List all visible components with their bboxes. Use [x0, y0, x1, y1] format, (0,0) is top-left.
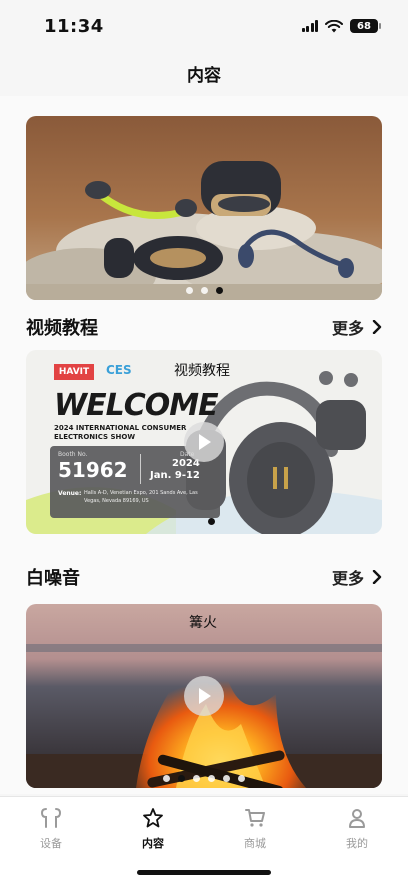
carousel-dot[interactable] [193, 775, 200, 782]
carousel-dot-active[interactable] [178, 775, 185, 782]
ces-logo: CES [106, 363, 132, 377]
tab-label: 我的 [346, 837, 368, 850]
tab-bar: 设备 内容 商城 我的 [0, 796, 408, 883]
noise-section-header: 白噪音 更多 [26, 562, 382, 592]
home-indicator[interactable] [137, 870, 271, 875]
banner-image [26, 116, 382, 300]
page-header: 内容 [0, 52, 408, 94]
play-icon [199, 434, 211, 450]
status-icons: 68 [301, 19, 381, 33]
video-card[interactable]: HAVIT CES 视频教程 WELCOME 2024 INTERNATIONA… [26, 350, 382, 534]
video-more-button[interactable]: 更多 [332, 315, 382, 339]
star-icon [143, 808, 163, 828]
noise-card[interactable]: 篝火 [26, 604, 382, 788]
person-icon [349, 809, 365, 828]
event-dates: Jan. 9-12 [150, 470, 200, 481]
status-bar: 11:34 68 [0, 0, 408, 52]
tab-content[interactable]: 内容 [123, 807, 183, 851]
tab-label: 设备 [40, 837, 62, 850]
play-icon [199, 688, 211, 704]
earbuds-icon [40, 808, 62, 828]
carousel-dot[interactable] [185, 287, 193, 294]
tab-device[interactable]: 设备 [21, 807, 81, 851]
battery-icon: 68 [350, 19, 381, 33]
carousel-dot[interactable] [163, 775, 170, 782]
chevron-right-icon [372, 570, 382, 584]
show-subline-2: ELECTRONICS SHOW [54, 433, 136, 441]
wifi-icon [325, 19, 343, 32]
video-section-header: 视频教程 更多 [26, 312, 382, 342]
carousel-dot[interactable] [208, 775, 215, 782]
tab-mall[interactable]: 商城 [225, 807, 285, 851]
noise-more-button[interactable]: 更多 [332, 565, 382, 589]
venue-line-2: Vegas, Nevada 89169, US [84, 498, 149, 504]
status-time: 11:34 [44, 15, 104, 37]
show-subline-1: 2024 INTERNATIONAL CONSUMER [54, 424, 187, 432]
carousel-dot[interactable] [200, 287, 208, 294]
video-card-title: 视频教程 [174, 363, 230, 379]
tab-label: 内容 [142, 837, 164, 850]
carousel-dot[interactable] [223, 775, 230, 782]
havit-logo: HAVIT [54, 364, 94, 380]
tab-me[interactable]: 我的 [327, 807, 387, 851]
content-area[interactable]: 视频教程 更多 HAVIT CES 视频教程 WELCOME 2024 INTE… [0, 96, 408, 794]
video-play-button[interactable] [184, 422, 224, 462]
video-card-dot[interactable] [208, 518, 215, 525]
noise-dots[interactable] [26, 775, 382, 782]
booth-label: Booth No. [58, 451, 88, 458]
more-label: 更多 [331, 319, 364, 338]
cart-icon [245, 809, 265, 827]
venue-line-1: Halls A-D, Venetian Expo, 201 Sands Ave,… [84, 490, 198, 496]
carousel-dot[interactable] [238, 775, 245, 782]
section-title-video: 视频教程 [26, 318, 98, 339]
welcome-headline: WELCOME [54, 388, 219, 423]
more-label: 更多 [331, 569, 364, 588]
carousel-dot-active[interactable] [215, 287, 223, 294]
banner-dots[interactable] [26, 287, 382, 294]
signal-icon [301, 20, 318, 32]
venue-label: Venue: [58, 490, 82, 497]
noise-play-button[interactable] [184, 676, 224, 716]
noise-card-title: 篝火 [189, 615, 217, 631]
chevron-right-icon [372, 320, 382, 334]
tab-label: 商城 [244, 837, 266, 850]
banner-carousel[interactable] [26, 116, 382, 300]
page-title: 内容 [187, 65, 221, 86]
section-title-noise: 白噪音 [26, 568, 80, 589]
booth-number: 51962 [58, 458, 128, 482]
